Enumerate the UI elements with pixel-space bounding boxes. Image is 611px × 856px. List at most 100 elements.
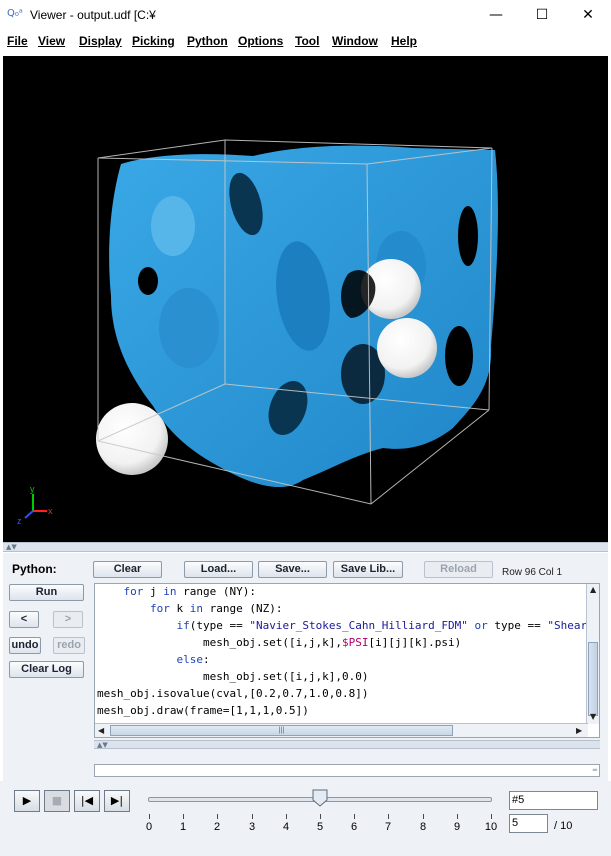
editor-splitter[interactable]: ▲▼	[94, 740, 600, 749]
slider-tick-label: 8	[419, 821, 427, 833]
minimize-button[interactable]: —	[473, 0, 519, 30]
run-button[interactable]: Run	[9, 584, 84, 601]
axis-label-z: z	[17, 516, 22, 526]
code-line: mesh_obj.draw(frame=[1,1,1,0.5])	[97, 704, 309, 717]
axis-triad: y x z	[17, 484, 53, 526]
undo-button[interactable]: undo	[9, 637, 41, 654]
slider-tick	[183, 814, 184, 819]
menu-file[interactable]: File	[7, 34, 28, 48]
code-token: else	[176, 653, 203, 666]
code-line: mesh_obj.set([i,j,k],$PSI[i][j][k].psi)	[97, 636, 461, 649]
code-token: for	[123, 585, 144, 598]
python-editor[interactable]: for j in range (NY): for k in range (NZ)…	[94, 583, 600, 738]
menu-view[interactable]: View	[38, 34, 65, 48]
code-token: $PSI	[342, 636, 369, 649]
slider-tick-label: 10	[484, 821, 498, 833]
play-button[interactable]: ▶	[14, 790, 40, 812]
code-token: mesh_obj.isovalue(cval,[0.2,0.7,1.0,0.8]…	[97, 687, 369, 700]
axis-label-x: x	[48, 506, 53, 516]
slider-tick	[354, 814, 355, 819]
vertical-scroll-thumb[interactable]	[588, 642, 598, 716]
code-token: for	[149, 602, 170, 615]
slider-tick-label: 0	[145, 821, 153, 833]
reload-button[interactable]: Reload	[424, 561, 493, 578]
slider-tick-label: 6	[350, 821, 358, 833]
code-token: if	[176, 619, 190, 632]
code-token: mesh_obj.set([i,j,k],0.0)	[97, 670, 369, 683]
scroll-down-icon[interactable]: ▼	[590, 712, 596, 721]
python-panel: Python: Run < > undo redo Clear Log Clea…	[3, 553, 608, 781]
cursor-position: Row 96 Col 1	[502, 567, 563, 578]
code-token: :	[202, 653, 210, 666]
menu-window[interactable]: Window	[332, 34, 378, 48]
maximize-button[interactable]: ☐	[519, 0, 565, 30]
code-token: mesh_obj.draw(frame=[1,1,1,0.5])	[97, 704, 309, 717]
code-line: mesh_obj.set([i,j,k],0.0)	[97, 670, 369, 683]
log-resize-icon[interactable]: ═	[593, 766, 597, 774]
slider-tick-label: 3	[248, 821, 256, 833]
scroll-right-icon[interactable]: ▶	[576, 726, 582, 735]
isosurface-tunnel	[138, 267, 158, 295]
editor-horizontal-scrollbar[interactable]: ◀ ||| ▶	[95, 723, 588, 737]
clear-log-button[interactable]: Clear Log	[9, 661, 84, 678]
code-token: or	[474, 619, 488, 632]
window-title: Viewer - output.udf [C:¥	[30, 8, 156, 22]
first-frame-button[interactable]: |◀	[74, 790, 100, 812]
editor-vertical-scrollbar[interactable]: ▲ ▼	[586, 584, 599, 724]
splitter-arrows-icon[interactable]: ▲▼	[6, 543, 17, 551]
code-token: type ==	[487, 619, 548, 632]
code-token: in	[189, 602, 203, 615]
slider-tick-label: 4	[282, 821, 290, 833]
code-line: mesh_obj.isovalue(cval,[0.2,0.7,1.0,0.8]…	[97, 687, 369, 700]
redo-button[interactable]: redo	[53, 637, 85, 654]
code-token: range (NZ):	[202, 602, 283, 615]
app-icon: Q₀ᵃ	[7, 8, 23, 19]
python-label: Python:	[12, 562, 57, 576]
isosurface-tunnel	[445, 326, 473, 386]
code-token: mesh_obj.set([i,j,k],	[97, 636, 343, 649]
menu-display[interactable]: Display	[79, 34, 122, 48]
save-button[interactable]: Save...	[258, 561, 327, 578]
close-button[interactable]: ✕	[565, 0, 611, 30]
slider-tick-label: 9	[453, 821, 461, 833]
history-next-button[interactable]: >	[53, 611, 83, 628]
menu-options[interactable]: Options	[238, 34, 283, 48]
menu-tool[interactable]: Tool	[295, 34, 319, 48]
code-token: (type ==	[189, 619, 250, 632]
code-token: range (NY):	[176, 585, 256, 598]
frame-number-input[interactable]: 5	[509, 814, 548, 833]
save-lib-button[interactable]: Save Lib...	[333, 561, 403, 578]
code-line: else:	[97, 653, 210, 666]
slider-tick	[491, 814, 492, 819]
slider-tick-label: 2	[213, 821, 221, 833]
slider-tick	[423, 814, 424, 819]
scroll-up-icon[interactable]: ▲	[590, 585, 596, 594]
slider-tick-label: 5	[316, 821, 324, 833]
isosurface-tunnel	[159, 288, 219, 368]
splitter-arrows-icon[interactable]: ▲▼	[97, 741, 108, 749]
axis-label-y: y	[30, 484, 35, 494]
isosurface-render: y x z	[17, 139, 498, 526]
slider-tick	[388, 814, 389, 819]
slider-tick	[149, 814, 150, 819]
particle-sphere	[377, 318, 437, 378]
viewport-splitter[interactable]: ▲▼	[3, 542, 608, 552]
horizontal-scroll-thumb[interactable]: |||	[110, 725, 453, 736]
last-frame-button[interactable]: ▶|	[104, 790, 130, 812]
history-prev-button[interactable]: <	[9, 611, 39, 628]
menu-help[interactable]: Help	[391, 34, 417, 48]
clear-button[interactable]: Clear	[93, 561, 162, 578]
3d-viewport[interactable]: y x z	[3, 56, 608, 542]
menu-picking[interactable]: Picking	[132, 34, 175, 48]
frame-label-field[interactable]: #5	[509, 791, 598, 810]
code-line: if(type == "Navier_Stokes_Cahn_Hilliard_…	[97, 619, 599, 632]
slider-tick-label: 7	[384, 821, 392, 833]
stop-button[interactable]: ■	[44, 790, 70, 812]
frame-slider-thumb[interactable]	[312, 789, 328, 807]
scroll-left-icon[interactable]: ◀	[98, 726, 104, 735]
load-button[interactable]: Load...	[184, 561, 253, 578]
menu-python[interactable]: Python	[187, 34, 228, 48]
slider-tick	[320, 814, 321, 819]
